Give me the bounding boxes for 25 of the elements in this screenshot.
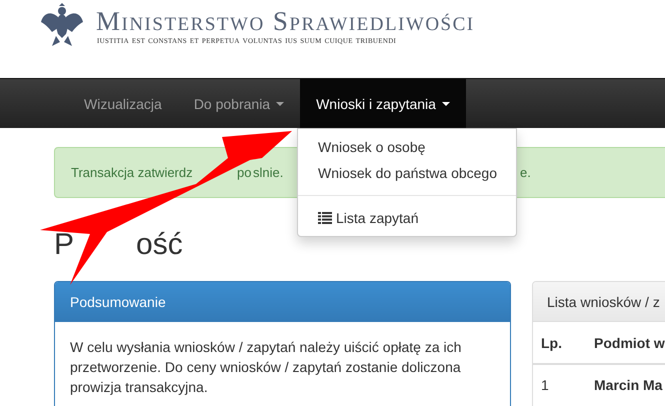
nav-tab[interactable]: Wizualizacja bbox=[68, 79, 178, 128]
table-cell: Marcin Ma bbox=[586, 364, 665, 404]
alert-text: po bbox=[237, 165, 252, 180]
caret-icon bbox=[276, 102, 284, 106]
menu-item[interactable]: Wniosek o osobę bbox=[298, 134, 516, 160]
alert-text: Transakcja zatwierdz bbox=[71, 165, 193, 180]
nav-tab[interactable]: Do pobrania bbox=[178, 79, 300, 128]
panel-title: Lista wniosków / z bbox=[547, 294, 660, 310]
menu-item[interactable]: Lista zapytań bbox=[298, 205, 516, 231]
table-cell: 1 bbox=[533, 364, 586, 404]
alert-text: e. bbox=[520, 165, 531, 180]
nav-tab[interactable]: Wnioski i zapytania bbox=[300, 79, 466, 128]
motto: iustitia est constans et perpetua voluntas ius suum cuique tribuendi bbox=[97, 35, 398, 46]
list-icon bbox=[318, 212, 332, 224]
menu-item[interactable]: Wniosek do państwa obcego bbox=[298, 160, 516, 186]
page-heading: ość bbox=[136, 228, 183, 263]
ministry-title: Ministerstwo Sprawiedliwości bbox=[96, 7, 475, 35]
column-header: Lp. bbox=[533, 322, 586, 364]
eagle-emblem-icon bbox=[40, 2, 84, 48]
alert-text: slnie. bbox=[253, 165, 284, 180]
page-heading: P bbox=[54, 228, 74, 263]
summary-text: W celu wysłania wniosków / zapytań należy uiścić opłatę za ich przetworzenie. Do ceny wniosków / zapytań zostanie doliczona prowizja transakcyjna. bbox=[70, 338, 462, 397]
panel-title: Podsumowanie bbox=[70, 294, 166, 310]
column-header: Podmiot w bbox=[586, 322, 665, 364]
caret-icon bbox=[442, 102, 450, 106]
